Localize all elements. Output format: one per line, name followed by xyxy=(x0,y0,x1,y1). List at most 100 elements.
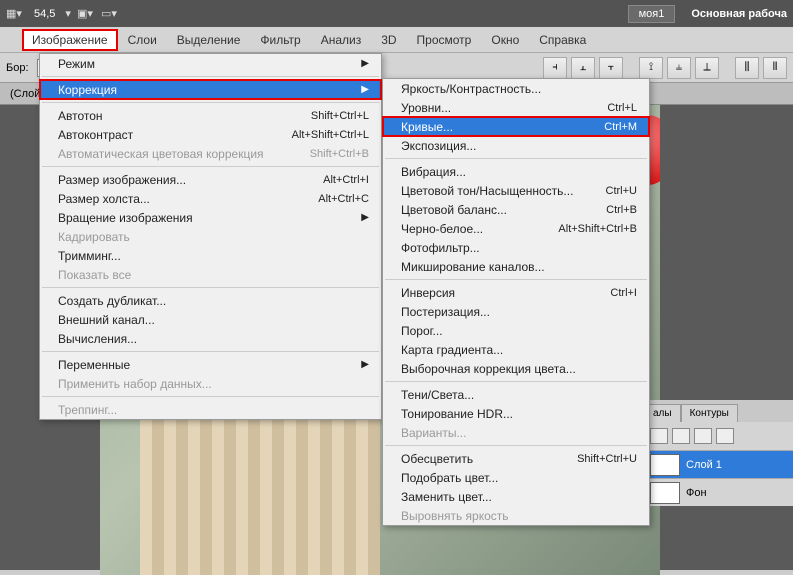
align-left-icon[interactable]: ⫞ xyxy=(543,57,567,79)
menu-item-label: Выровнять яркость xyxy=(401,509,509,523)
menu-анализ[interactable]: Анализ xyxy=(311,29,372,51)
image-menu-item-10[interactable]: Вращение изображения▶ xyxy=(40,208,381,227)
adjust-menu-item-6[interactable]: Цветовой тон/Насыщенность... Ctrl+U xyxy=(383,181,649,200)
image-menu-separator xyxy=(42,102,379,103)
image-menu-item-5[interactable]: АвтоконтрастAlt+Shift+Ctrl+L xyxy=(40,125,381,144)
menu-item-label: Автоматическая цветовая коррекция xyxy=(58,147,264,161)
menu-фильтр[interactable]: Фильтр xyxy=(250,29,310,51)
image-menu-item-17[interactable]: Вычисления... xyxy=(40,329,381,348)
image-menu-item-22: Треппинг... xyxy=(40,400,381,419)
align-bottom-icon[interactable]: ⟂ xyxy=(695,57,719,79)
menu-item-label: Вибрация... xyxy=(401,165,466,179)
adjust-menu-item-3[interactable]: Экспозиция... xyxy=(383,136,649,155)
menu-просмотр[interactable]: Просмотр xyxy=(407,29,482,51)
adjust-menu-item-14[interactable]: Порог... xyxy=(383,321,649,340)
menu-item-shortcut: Ctrl+B xyxy=(606,204,637,216)
menu-item-label: Цветовой тон/Насыщенность... xyxy=(401,184,573,198)
tab-paths[interactable]: Контуры xyxy=(681,404,738,422)
image-menu-item-4[interactable]: АвтотонShift+Ctrl+L xyxy=(40,106,381,125)
app-toolbar: ▦▾ 54,5 ▾ ▣▾ ▭▾ моя1 Основная рабоча xyxy=(0,0,793,27)
image-menu-item-15[interactable]: Создать дубликат... xyxy=(40,291,381,310)
menu-item-label: Порог... xyxy=(401,324,443,338)
adjust-menu-item-23[interactable]: Подобрать цвет... xyxy=(383,468,649,487)
image-menu-separator xyxy=(42,76,379,77)
adjust-menu-item-8[interactable]: Черно-белое...Alt+Shift+Ctrl+B xyxy=(383,219,649,238)
adjust-menu-item-24[interactable]: Заменить цвет... xyxy=(383,487,649,506)
adjust-menu-item-19[interactable]: Тонирование HDR... xyxy=(383,404,649,423)
adjust-menu-item-18[interactable]: Тени/Света... xyxy=(383,385,649,404)
adjust-menu-separator xyxy=(385,381,647,382)
menu-item-label: Уровни... xyxy=(401,101,451,115)
menu-item-label: Подобрать цвет... xyxy=(401,471,498,485)
adjust-menu-item-16[interactable]: Выборочная коррекция цвета... xyxy=(383,359,649,378)
menu-item-label: Яркость/Контрастность... xyxy=(401,82,541,96)
document-tab-label: (Слой xyxy=(10,88,40,100)
layer-row-1[interactable]: Слой 1 xyxy=(644,450,793,478)
layer-label: Фон xyxy=(686,487,707,499)
adjust-menu-separator xyxy=(385,158,647,159)
menu-item-label: Треппинг... xyxy=(58,403,117,417)
menu-справка[interactable]: Справка xyxy=(529,29,596,51)
image-menu-item-2[interactable]: Коррекция▶ xyxy=(40,80,381,99)
menu-item-label: Кадрировать xyxy=(58,230,130,244)
align-center-v-icon[interactable]: ⫨ xyxy=(667,57,691,79)
screen-mode-icon[interactable]: ▣▾ xyxy=(77,6,95,22)
view-extras-icon[interactable]: ▭▾ xyxy=(101,6,119,22)
menu-item-label: Тонирование HDR... xyxy=(401,407,513,421)
adjust-menu-item-0[interactable]: Яркость/Контрастность... xyxy=(383,79,649,98)
menu-item-label: Экспозиция... xyxy=(401,139,476,153)
menu-item-shortcut: Ctrl+M xyxy=(604,121,637,133)
menu-item-label: Внешний канал... xyxy=(58,313,155,327)
menu-выделение[interactable]: Выделение xyxy=(167,29,251,51)
image-menu-item-0[interactable]: Режим▶ xyxy=(40,54,381,73)
adjust-menu-item-7[interactable]: Цветовой баланс...Ctrl+B xyxy=(383,200,649,219)
menu-item-label: Применить набор данных... xyxy=(58,377,212,391)
menu-3d[interactable]: 3D xyxy=(371,29,406,51)
align-top-icon[interactable]: ⟟ xyxy=(639,57,663,79)
menubar: ИзображениеСлоиВыделениеФильтрАнализ3DПр… xyxy=(0,27,793,53)
adjust-menu-item-22[interactable]: ОбесцветитьShift+Ctrl+U xyxy=(383,449,649,468)
workspace-button[interactable]: моя1 xyxy=(628,5,676,23)
lock-pixels-icon[interactable] xyxy=(672,428,690,444)
menu-item-label: Инверсия xyxy=(401,286,455,300)
image-menu-item-20: Применить набор данных... xyxy=(40,374,381,393)
lock-all-icon[interactable] xyxy=(716,428,734,444)
adjust-menu-item-5[interactable]: Вибрация... xyxy=(383,162,649,181)
menu-item-label: Карта градиента... xyxy=(401,343,503,357)
image-menu-item-12[interactable]: Тримминг... xyxy=(40,246,381,265)
image-menu-item-19[interactable]: Переменные▶ xyxy=(40,355,381,374)
adjust-menu-item-10[interactable]: Микширование каналов... xyxy=(383,257,649,276)
workspace-label: Основная рабоча xyxy=(691,8,787,20)
lock-move-icon[interactable] xyxy=(694,428,712,444)
adjust-menu-item-1[interactable]: Уровни...Ctrl+L xyxy=(383,98,649,117)
menu-item-label: Автоконтраст xyxy=(58,128,133,142)
zoom-value[interactable]: 54,5 xyxy=(30,8,59,20)
align-right-icon[interactable]: ⫟ xyxy=(599,57,623,79)
menu-item-label: Размер изображения... xyxy=(58,173,186,187)
menu-item-label: Показать все xyxy=(58,268,131,282)
distribute-v-icon[interactable]: ⫴ xyxy=(763,57,787,79)
adjust-menu-item-12[interactable]: ИнверсияCtrl+I xyxy=(383,283,649,302)
lock-transparency-icon[interactable] xyxy=(650,428,668,444)
align-center-h-icon[interactable]: ⫠ xyxy=(571,57,595,79)
menu-item-shortcut: Ctrl+U xyxy=(606,185,637,197)
distribute-h-icon[interactable]: ⫼ xyxy=(735,57,759,79)
adjust-menu-item-2[interactable]: Кривые...Ctrl+M xyxy=(383,117,649,136)
adjust-menu-item-9[interactable]: Фотофильтр... xyxy=(383,238,649,257)
menu-item-label: Тримминг... xyxy=(58,249,121,263)
adjust-menu-item-13[interactable]: Постеризация... xyxy=(383,302,649,321)
adjust-menu-item-15[interactable]: Карта градиента... xyxy=(383,340,649,359)
menu-item-label: Вращение изображения xyxy=(58,211,193,225)
menu-изображение[interactable]: Изображение xyxy=(22,29,118,51)
menu-слои[interactable]: Слои xyxy=(118,29,167,51)
menu-item-label: Режим xyxy=(58,57,95,71)
menu-окно[interactable]: Окно xyxy=(481,29,529,51)
zoom-dropdown-icon[interactable]: ▾ xyxy=(65,7,71,20)
layer-row-bg[interactable]: Фон xyxy=(644,478,793,506)
image-menu-item-9[interactable]: Размер холста...Alt+Ctrl+C xyxy=(40,189,381,208)
image-menu-item-8[interactable]: Размер изображения...Alt+Ctrl+I xyxy=(40,170,381,189)
image-menu-separator xyxy=(42,287,379,288)
menu-item-label: Черно-белое... xyxy=(401,222,483,236)
image-menu-item-16[interactable]: Внешний канал... xyxy=(40,310,381,329)
doc-arrange-icon[interactable]: ▦▾ xyxy=(6,6,24,22)
